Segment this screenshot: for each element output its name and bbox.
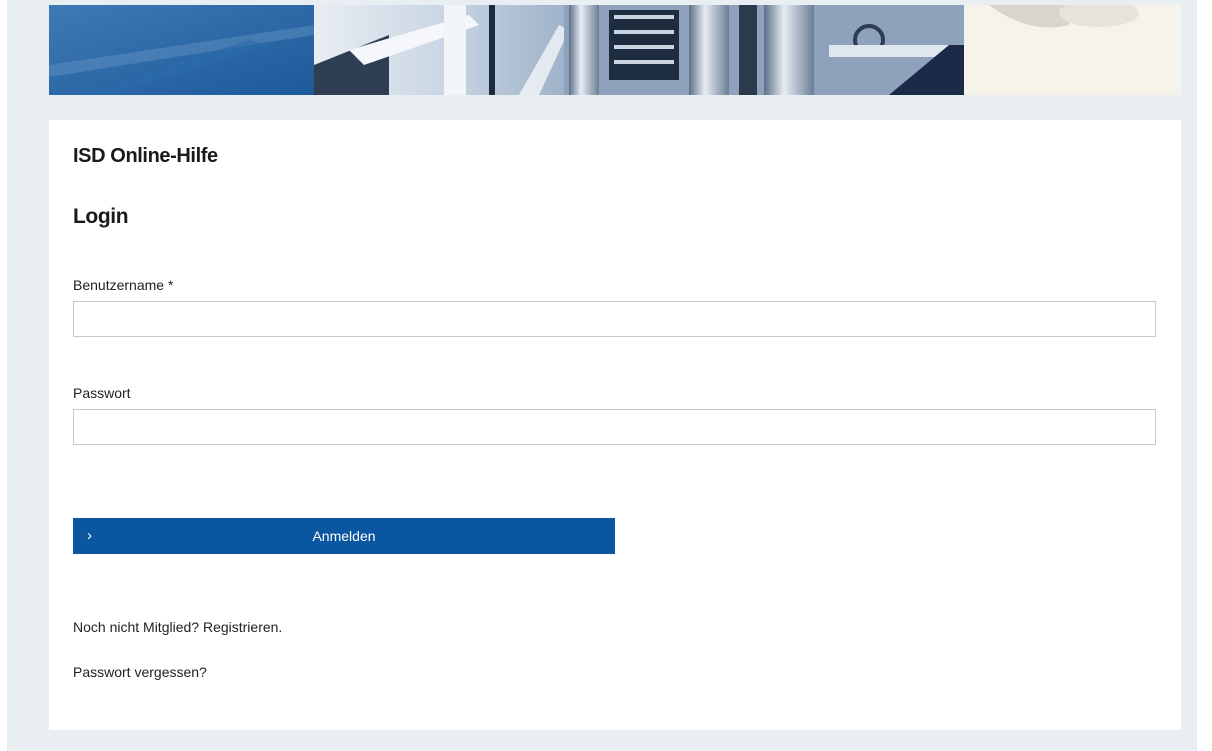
- login-card: ISD Online-Hilfe Login Benutzername * Pa…: [49, 120, 1181, 730]
- password-input[interactable]: [73, 409, 1156, 445]
- banner-laboratory-illustration: [49, 5, 1181, 95]
- username-label: Benutzername *: [73, 277, 174, 293]
- login-submit-button[interactable]: › Anmelden: [73, 518, 615, 554]
- login-heading: Login: [73, 205, 129, 228]
- header-banner-image: [49, 5, 1181, 95]
- username-input[interactable]: [73, 301, 1156, 337]
- register-prompt: Noch nicht Mitglied?: [73, 619, 200, 635]
- password-label: Passwort: [73, 385, 131, 401]
- login-submit-label: Anmelden: [312, 528, 376, 544]
- forgot-password-link[interactable]: Passwort vergessen?: [73, 664, 207, 680]
- forgot-password-line: Passwort vergessen?: [73, 664, 207, 680]
- register-link[interactable]: Registrieren.: [203, 619, 282, 635]
- site-title: ISD Online-Hilfe: [73, 145, 218, 167]
- register-line: Noch nicht Mitglied? Registrieren.: [73, 619, 282, 635]
